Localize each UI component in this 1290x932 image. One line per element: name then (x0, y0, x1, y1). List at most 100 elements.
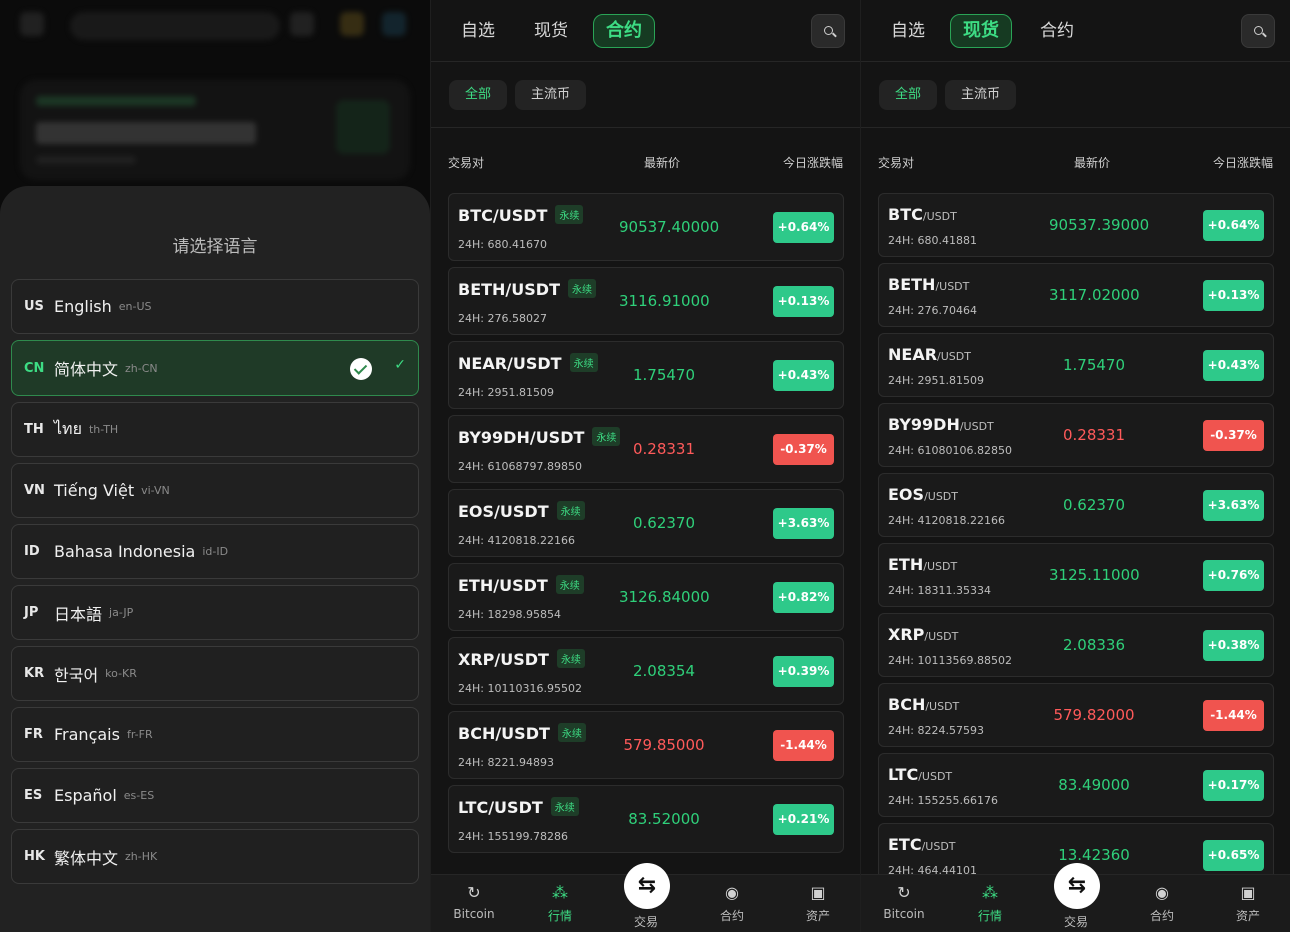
change-badge[interactable]: -0.37% (1203, 420, 1264, 451)
market-row[interactable]: BTC/USDT 永续 24H: 680.41670 90537.40000 +0.64… (448, 193, 844, 261)
pair-symbol: BCH/USDT (458, 724, 550, 743)
tab-watchlist[interactable]: 自选 (879, 14, 937, 48)
swap-logo-icon: ↻ (897, 883, 911, 902)
change-badge[interactable]: +0.13% (1203, 280, 1264, 311)
language-code: ES (24, 788, 43, 803)
last-price: 3116.91000 (619, 292, 710, 310)
market-row[interactable]: LTC/USDT 24H: 155255.66176 83.49000 +0.17% (878, 753, 1274, 817)
search-bar-blurred (70, 12, 280, 40)
language-option-es-es[interactable]: ES Español es-ES (11, 768, 419, 823)
change-badge[interactable]: +0.65% (1203, 840, 1264, 871)
subtab-mainstream[interactable]: 主流币 (515, 80, 587, 110)
subtab-mainstream[interactable]: 主流币 (945, 80, 1017, 110)
market-row[interactable]: XRP/USDT 永续 24H: 10110316.95502 2.08354 +0.3… (448, 637, 844, 705)
change-badge[interactable]: +0.82% (773, 582, 834, 613)
change-badge[interactable]: +3.63% (1203, 490, 1264, 521)
pair-name: ETH/USDT (888, 555, 957, 574)
language-code: US (24, 299, 44, 314)
market-row[interactable]: BETH/USDT 永续 24H: 276.58027 3116.91000 +0.13… (448, 267, 844, 335)
nav-assets[interactable]: ▣ 资产 (775, 883, 860, 924)
language-option-id-id[interactable]: ID Bahasa Indonesia id-ID (11, 524, 419, 579)
exchange-arrows-icon: ⇆ (1067, 873, 1087, 898)
gift-icon (340, 12, 364, 36)
pair-name: XRP/USDT 永续 (458, 649, 585, 669)
language-option-zh-hk[interactable]: HK 繁体中文 zh-HK (11, 829, 419, 884)
pair-quote: /USDT (922, 210, 957, 223)
change-badge[interactable]: -1.44% (1203, 700, 1264, 731)
nav-market[interactable]: ⁂ 行情 (517, 883, 603, 924)
change-badge[interactable]: +0.17% (1203, 770, 1264, 801)
change-badge[interactable]: +3.63% (773, 508, 834, 539)
language-option-fr-fr[interactable]: FR Français fr-FR (11, 707, 419, 762)
market-row[interactable]: BCH/USDT 永续 24H: 8221.94893 579.85000 -1.44% (448, 711, 844, 779)
tab-futures[interactable]: 合约 (1028, 14, 1086, 48)
market-row[interactable]: NEAR/USDT 24H: 2951.81509 1.75470 +0.43% (878, 333, 1274, 397)
nav-futures[interactable]: ◉ 合约 (1119, 883, 1205, 924)
change-badge[interactable]: -1.44% (773, 730, 834, 761)
language-screen: 请选择语言 US English en-US CN 简体中文 zh-CN ✓ TH ไทย th-… (0, 0, 430, 932)
change-badge[interactable]: +0.76% (1203, 560, 1264, 591)
pair-name: EOS/USDT 永续 (458, 501, 585, 521)
volume-24h: 24H: 8224.57593 (888, 724, 984, 737)
nav-trade[interactable]: ⇆ (1054, 863, 1100, 909)
change-badge[interactable]: +0.43% (1203, 350, 1264, 381)
volume-24h: 24H: 2951.81509 (458, 386, 554, 399)
search-button[interactable] (1241, 14, 1275, 48)
market-row[interactable]: EOS/USDT 24H: 4120818.22166 0.62370 +3.63% (878, 473, 1274, 537)
market-row[interactable]: BETH/USDT 24H: 276.70464 3117.02000 +0.13% (878, 263, 1274, 327)
nav-trade-label: 交易 (1063, 915, 1088, 929)
column-change: 今日涨跌幅 (1212, 156, 1273, 170)
tab-spot[interactable]: 现货 (950, 14, 1012, 48)
language-option-th-th[interactable]: TH ไทย th-TH (11, 402, 419, 457)
market-row[interactable]: XRP/USDT 24H: 10113569.88502 2.08336 +0.38% (878, 613, 1274, 677)
perpetual-badge: 永续 (567, 279, 596, 298)
last-price: 90537.40000 (619, 218, 720, 236)
language-option-zh-cn[interactable]: CN 简体中文 zh-CN ✓ (11, 340, 419, 396)
language-option-ja-jp[interactable]: JP 日本語 ja-JP (11, 585, 419, 640)
market-row[interactable]: BTC/USDT 24H: 680.41881 90537.39000 +0.64% (878, 193, 1274, 257)
change-badge[interactable]: +0.64% (773, 212, 834, 243)
language-option-ko-kr[interactable]: KR 한국어 ko-KR (11, 646, 419, 701)
market-row[interactable]: ETH/USDT 永续 24H: 18298.95854 3126.84000 +0.8… (448, 563, 844, 631)
nav-assets[interactable]: ▣ 资产 (1205, 883, 1290, 924)
pair-symbol: NEAR/USDT (458, 354, 562, 373)
search-button[interactable] (811, 14, 845, 48)
language-locale: ja-JP (109, 606, 134, 619)
nav-futures[interactable]: ◉ 合约 (689, 883, 775, 924)
exchange-arrows-icon: ⇆ (637, 873, 657, 898)
market-row[interactable]: EOS/USDT 永续 24H: 4120818.22166 0.62370 +3.63… (448, 489, 844, 557)
pair-name: NEAR/USDT 永续 (458, 353, 598, 373)
market-row[interactable]: BY99DH/USDT 永续 24H: 61068797.89850 0.28331 -… (448, 415, 844, 483)
market-dots-icon: ⁂ (552, 883, 568, 902)
nav-trade[interactable]: ⇆ (624, 863, 670, 909)
pair-quote: /USDT (923, 560, 958, 573)
market-row[interactable]: ETH/USDT 24H: 18311.35334 3125.11000 +0.76% (878, 543, 1274, 607)
market-row[interactable]: LTC/USDT 永续 24H: 155199.78286 83.52000 +0.21… (448, 785, 844, 853)
change-badge[interactable]: +0.13% (773, 286, 834, 317)
last-price: 1.75470 (632, 366, 696, 384)
change-badge[interactable]: -0.37% (773, 434, 834, 465)
subtab-all[interactable]: 全部 (449, 80, 508, 110)
market-row[interactable]: BY99DH/USDT 24H: 61080106.82850 0.28331 -0.… (878, 403, 1274, 467)
language-code: TH (24, 422, 44, 437)
change-badge[interactable]: +0.38% (1203, 630, 1264, 661)
pair-base: ETH (888, 555, 924, 574)
change-badge[interactable]: +0.43% (773, 360, 834, 391)
language-option-en-us[interactable]: US English en-US (11, 279, 419, 334)
tab-spot[interactable]: 现货 (522, 14, 580, 48)
nav-market[interactable]: ⁂ 行情 (947, 883, 1033, 924)
change-badge[interactable]: +0.39% (773, 656, 834, 687)
last-price: 3125.11000 (1049, 566, 1140, 584)
language-option-vi-vn[interactable]: VN Tiếng Việt vi-VN (11, 463, 419, 518)
tab-futures[interactable]: 合约 (593, 14, 655, 48)
tab-watchlist[interactable]: 自选 (449, 14, 507, 48)
change-badge[interactable]: +0.21% (773, 804, 834, 835)
nav-home[interactable]: ↻ Bitcoin (431, 883, 517, 921)
language-list: US English en-US CN 简体中文 zh-CN ✓ TH ไทย th-TH VN Ti… (11, 279, 419, 890)
nav-home[interactable]: ↻ Bitcoin (861, 883, 947, 921)
column-price: 最新价 (1074, 156, 1111, 170)
market-row[interactable]: NEAR/USDT 永续 24H: 2951.81509 1.75470 +0.43% (448, 341, 844, 409)
change-badge[interactable]: +0.64% (1203, 210, 1264, 241)
subtab-all[interactable]: 全部 (879, 80, 938, 110)
market-row[interactable]: BCH/USDT 24H: 8224.57593 579.82000 -1.44% (878, 683, 1274, 747)
